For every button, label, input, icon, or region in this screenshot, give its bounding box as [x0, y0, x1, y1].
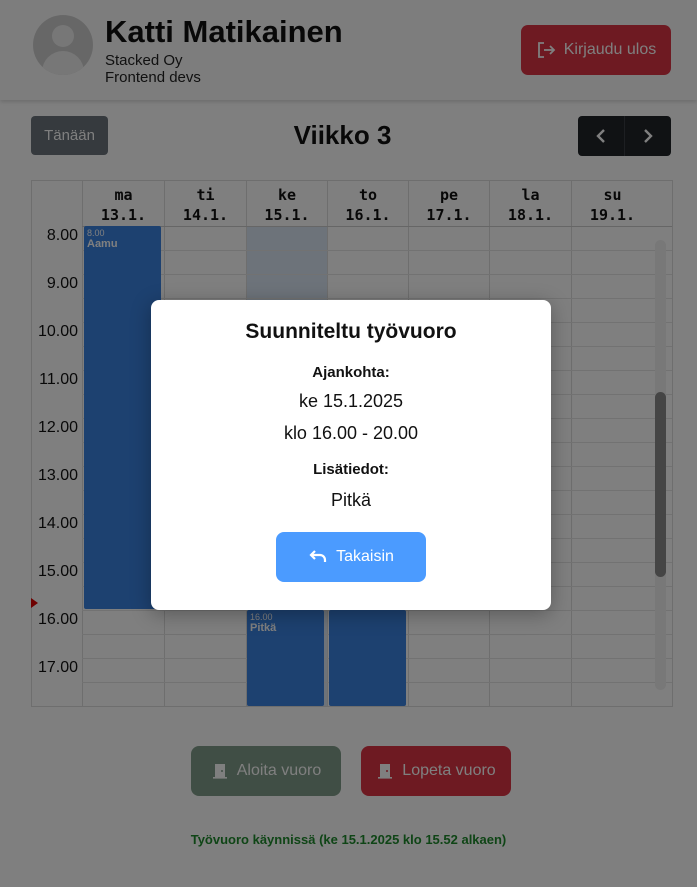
time-label: Ajankohta:	[312, 364, 390, 381]
undo-icon	[309, 550, 327, 562]
shift-time-range: klo 16.00 - 20.00	[283, 423, 419, 443]
modal-title: Suunniteltu työvuoro	[245, 320, 457, 343]
info-label: Lisätiedot:	[313, 461, 389, 478]
shift-info: Pitkä	[330, 490, 372, 510]
back-label: Takaisin	[336, 548, 394, 565]
shift-date: ke 15.1.2025	[298, 391, 404, 411]
shift-details-modal: Suunniteltu työvuoro Ajankohta: ke 15.1.…	[151, 300, 551, 610]
back-button[interactable]: Takaisin	[276, 532, 426, 582]
